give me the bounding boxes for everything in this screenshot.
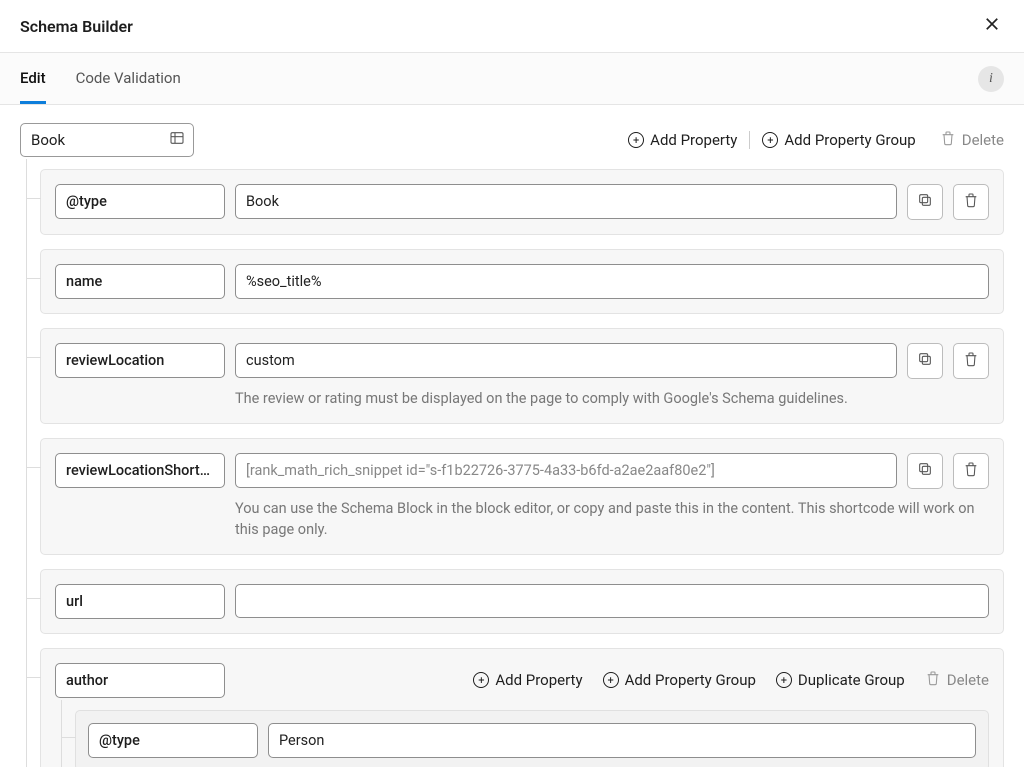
property-key-input[interactable]: reviewLocationShortcode bbox=[55, 453, 225, 488]
delete-group-button[interactable]: Delete bbox=[925, 670, 989, 690]
add-property-group-button[interactable]: + Add Property Group bbox=[762, 131, 915, 149]
property-value-input[interactable]: [rank_math_rich_snippet id="s-f1b22726-3… bbox=[235, 453, 897, 488]
trash-icon bbox=[963, 351, 979, 371]
add-property-button[interactable]: + Add Property bbox=[473, 671, 582, 689]
delete-property-button[interactable] bbox=[953, 343, 989, 379]
delete-label: Delete bbox=[947, 671, 989, 689]
add-property-group-label: Add Property Group bbox=[784, 131, 915, 149]
add-property-group-label: Add Property Group bbox=[625, 671, 756, 689]
copy-button[interactable] bbox=[907, 453, 943, 489]
copy-icon bbox=[917, 192, 933, 212]
property-value-input[interactable] bbox=[235, 584, 989, 618]
property-group-author: author + Add Property + Add Property Gro… bbox=[40, 648, 1004, 767]
modal-title: Schema Builder bbox=[20, 17, 133, 36]
group-header: author + Add Property + Add Property Gro… bbox=[55, 663, 989, 698]
schema-builder-modal: Schema Builder Edit Code Validation i Bo… bbox=[0, 0, 1024, 767]
add-property-button[interactable]: + Add Property bbox=[628, 131, 737, 149]
delete-button[interactable]: Delete bbox=[940, 130, 1004, 150]
property-name: name %seo_title% bbox=[40, 249, 1004, 314]
close-button[interactable] bbox=[980, 14, 1004, 38]
property-value-input[interactable]: Person bbox=[268, 723, 976, 758]
root-row: Book + Add Property + Add Prope bbox=[20, 123, 1004, 157]
property-key-input[interactable]: @type bbox=[55, 184, 225, 219]
plus-icon: + bbox=[603, 672, 619, 688]
divider bbox=[749, 131, 750, 149]
help-text: The review or rating must be displayed o… bbox=[235, 389, 989, 409]
plus-icon: + bbox=[776, 672, 792, 688]
delete-property-button[interactable] bbox=[953, 453, 989, 489]
copy-button[interactable] bbox=[907, 184, 943, 220]
trash-icon bbox=[963, 461, 979, 481]
property-url: url bbox=[40, 569, 1004, 634]
tab-edit[interactable]: Edit bbox=[20, 53, 46, 104]
copy-button[interactable] bbox=[907, 343, 943, 379]
select-icon bbox=[169, 130, 185, 150]
group-subtree: @type Person name %name% bbox=[55, 710, 989, 767]
duplicate-group-button[interactable]: + Duplicate Group bbox=[776, 671, 905, 689]
schema-type-value: Book bbox=[31, 131, 65, 149]
copy-icon bbox=[917, 351, 933, 371]
tab-code-validation[interactable]: Code Validation bbox=[76, 53, 181, 104]
add-property-label: Add Property bbox=[495, 671, 582, 689]
property-key-input[interactable]: name bbox=[55, 264, 225, 299]
info-button[interactable]: i bbox=[978, 66, 1004, 92]
trash-icon bbox=[925, 670, 941, 690]
property-review-location-shortcode: reviewLocationShortcode [rank_math_rich_… bbox=[40, 438, 1004, 555]
add-property-group-button[interactable]: + Add Property Group bbox=[603, 671, 756, 689]
copy-icon bbox=[917, 461, 933, 481]
info-icon: i bbox=[989, 71, 993, 87]
property-key-input[interactable]: @type bbox=[88, 723, 258, 758]
tabs: Edit Code Validation bbox=[20, 53, 181, 104]
tabbar: Edit Code Validation i bbox=[0, 53, 1024, 105]
modal-header: Schema Builder bbox=[0, 0, 1024, 53]
property-value-input[interactable]: custom bbox=[235, 343, 897, 378]
property-value-input[interactable]: Book bbox=[235, 184, 897, 219]
duplicate-group-label: Duplicate Group bbox=[798, 671, 905, 689]
property-review-location: reviewLocation custom The review or rati… bbox=[40, 328, 1004, 424]
group-key-input[interactable]: author bbox=[55, 663, 225, 698]
add-property-label: Add Property bbox=[650, 131, 737, 149]
trash-icon bbox=[963, 192, 979, 212]
property-key-input[interactable]: url bbox=[55, 584, 225, 619]
root-actions: + Add Property + Add Property Group Dele… bbox=[628, 130, 1004, 150]
help-text: You can use the Schema Block in the bloc… bbox=[235, 499, 989, 540]
schema-type-select[interactable]: Book bbox=[20, 123, 194, 157]
property-tree: @type Book nam bbox=[20, 169, 1004, 767]
property-type: @type Book bbox=[40, 169, 1004, 235]
plus-icon: + bbox=[762, 132, 778, 148]
property-author-type: @type Person bbox=[75, 710, 989, 767]
plus-icon: + bbox=[628, 132, 644, 148]
delete-label: Delete bbox=[962, 131, 1004, 149]
property-value-input[interactable]: %seo_title% bbox=[235, 264, 989, 299]
property-key-input[interactable]: reviewLocation bbox=[55, 343, 225, 378]
trash-icon bbox=[940, 130, 956, 150]
close-icon bbox=[983, 15, 1001, 37]
content: Book + Add Property + Add Prope bbox=[0, 105, 1024, 767]
plus-icon: + bbox=[473, 672, 489, 688]
group-actions: + Add Property + Add Property Group + Du… bbox=[473, 670, 989, 690]
delete-property-button[interactable] bbox=[953, 184, 989, 220]
